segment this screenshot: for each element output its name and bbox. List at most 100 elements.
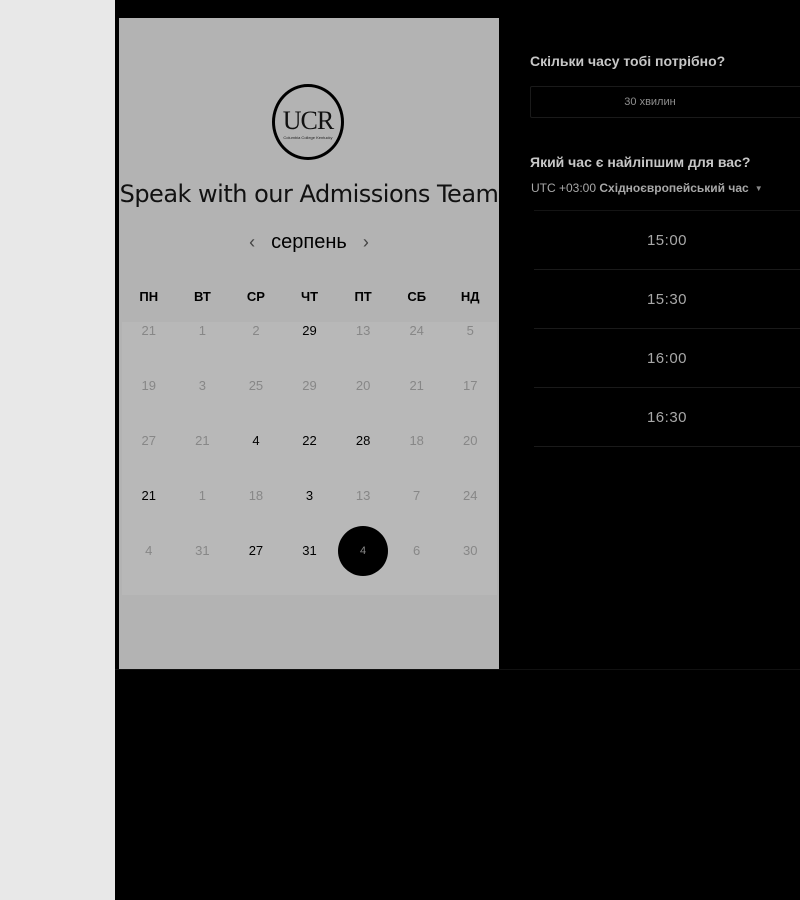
month-label: серпень <box>271 230 347 253</box>
calendar-cell: 3 <box>283 468 337 523</box>
calendar-day: 5 <box>466 323 474 338</box>
timezone-select[interactable]: UTC +03:00 Східноєвропейський час ▼ <box>531 181 763 195</box>
calendar-day: 1 <box>198 488 206 503</box>
time-slot[interactable]: 15:30 <box>534 270 800 329</box>
calendar-cell: 13 <box>336 468 390 523</box>
duration-select[interactable]: 30 хвилин <box>530 86 800 118</box>
calendar-cell: 18 <box>229 468 283 523</box>
calendar-day: 24 <box>463 488 478 503</box>
calendar-cell: 1 <box>176 303 230 358</box>
calendar-grid: 21 1 2 29 13 24 5 19 3 25 29 20 21 17 27 21 4 22 28 18 20 21 1… <box>122 322 497 595</box>
calendar-day[interactable]: 22 <box>286 417 334 465</box>
calendar-week: 4 31 27 31 4 6 30 <box>122 525 497 597</box>
ucr-logo: UCR Columbia College Kentucky <box>272 84 344 160</box>
time-slot-list: 15:00 15:30 16:00 16:30 <box>534 210 800 447</box>
calendar-day[interactable]: 31 <box>286 527 334 575</box>
weekday-header: ПН ВТ СР ЧТ ПТ СБ НД <box>122 289 497 304</box>
calendar-cell: 1 <box>176 468 230 523</box>
calendar-day: 1 <box>198 323 206 338</box>
weekday-label: НД <box>460 289 480 304</box>
calendar-day: 21 <box>141 323 157 338</box>
selected-day[interactable]: 4 <box>338 525 389 576</box>
time-heading: Який час є найліпшим для вас? <box>530 154 751 170</box>
calendar-day[interactable]: 4 <box>232 417 280 465</box>
calendar-day: 18 <box>248 488 264 503</box>
calendar-day: 4 <box>145 543 153 558</box>
time-slot-label: 16:00 <box>646 349 688 367</box>
calendar-cell: 20 <box>336 358 390 413</box>
calendar-cell: 31 <box>176 523 230 578</box>
calendar-cell: 24 <box>390 303 444 358</box>
calendar-cell: 6 <box>390 523 444 578</box>
calendar-cell: 27 <box>229 523 283 578</box>
duration-value: 30 хвилин <box>624 96 676 108</box>
weekday-label: ПН <box>139 289 159 304</box>
calendar-cell: 31 <box>283 523 337 578</box>
duration-heading: Скільки часу тобі потрібно? <box>530 53 726 69</box>
calendar-cell: 13 <box>336 303 390 358</box>
time-slot[interactable]: 16:00 <box>534 329 800 388</box>
weekday-label: ЧТ <box>300 289 319 304</box>
next-month-button[interactable]: › <box>355 231 377 253</box>
logo-text: UCR <box>282 106 334 135</box>
calendar-day: 20 <box>463 433 478 448</box>
timezone-name: Східноєвропейський час <box>599 181 749 195</box>
calendar-cell: 21 <box>122 303 176 358</box>
calendar-cell: 17 <box>443 358 497 413</box>
time-slot-label: 15:30 <box>646 290 688 308</box>
pane-divider <box>115 669 800 670</box>
time-slot[interactable]: 15:00 <box>534 210 800 270</box>
calendar-day[interactable]: 3 <box>286 472 334 520</box>
calendar-day[interactable]: 29 <box>286 307 334 355</box>
calendar-cell: 29 <box>283 358 337 413</box>
calendar-day: 6 <box>413 543 421 558</box>
calendar-cell: 7 <box>390 468 444 523</box>
calendar-cell: 30 <box>443 523 497 578</box>
calendar-cell: 24 <box>443 468 497 523</box>
calendar-cell: 3 <box>176 358 230 413</box>
timezone-prefix: UTC +03:00 <box>531 181 597 195</box>
time-slot-label: 15:00 <box>646 231 688 249</box>
calendar-cell: 22 <box>283 413 337 468</box>
calendar-day: 19 <box>141 378 157 393</box>
calendar-cell: 4 <box>336 523 390 578</box>
prev-month-button[interactable]: ‹ <box>241 231 263 253</box>
calendar-day: 31 <box>195 543 210 558</box>
calendar-cell: 21 <box>390 358 444 413</box>
calendar-day: 25 <box>248 378 264 393</box>
calendar-day: 2 <box>252 323 260 338</box>
calendar-cell: 20 <box>443 413 497 468</box>
weekday-label: СБ <box>407 289 427 304</box>
calendar-cell: 25 <box>229 358 283 413</box>
calendar-day: 27 <box>141 433 157 448</box>
calendar-cell: 19 <box>122 358 176 413</box>
calendar-day: 3 <box>198 378 206 393</box>
calendar-day[interactable]: 21 <box>125 472 173 520</box>
month-navigation: ‹ серпень › <box>119 228 499 256</box>
calendar-cell: 28 <box>336 413 390 468</box>
page-title: Speak with our Admissions Team <box>119 180 499 208</box>
calendar-cell: 27 <box>122 413 176 468</box>
time-slot-label: 16:30 <box>646 408 688 426</box>
calendar-day[interactable]: 28 <box>339 417 387 465</box>
chevron-down-icon: ▼ <box>754 183 763 193</box>
calendar-day[interactable]: 27 <box>232 527 280 575</box>
calendar-day: 17 <box>463 378 478 393</box>
weekday-label: ПТ <box>354 289 372 304</box>
calendar-cell: 2 <box>229 303 283 358</box>
calendar-day: 29 <box>302 378 317 393</box>
calendar-day: 24 <box>409 323 424 338</box>
calendar-cell: 5 <box>443 303 497 358</box>
calendar-cell: 21 <box>176 413 230 468</box>
calendar-cell: 21 <box>122 468 176 523</box>
weekday-label: ВТ <box>193 289 211 304</box>
calendar-day: 13 <box>355 323 371 338</box>
calendar-day: 30 <box>463 543 478 558</box>
calendar-cell: 4 <box>229 413 283 468</box>
calendar-day: 21 <box>409 378 424 393</box>
time-slot[interactable]: 16:30 <box>534 388 800 447</box>
calendar-cell: 4 <box>122 523 176 578</box>
calendar-day: 7 <box>413 488 421 503</box>
logo-subtext: Columbia College Kentucky <box>283 135 333 140</box>
calendar-day: 13 <box>355 488 371 503</box>
